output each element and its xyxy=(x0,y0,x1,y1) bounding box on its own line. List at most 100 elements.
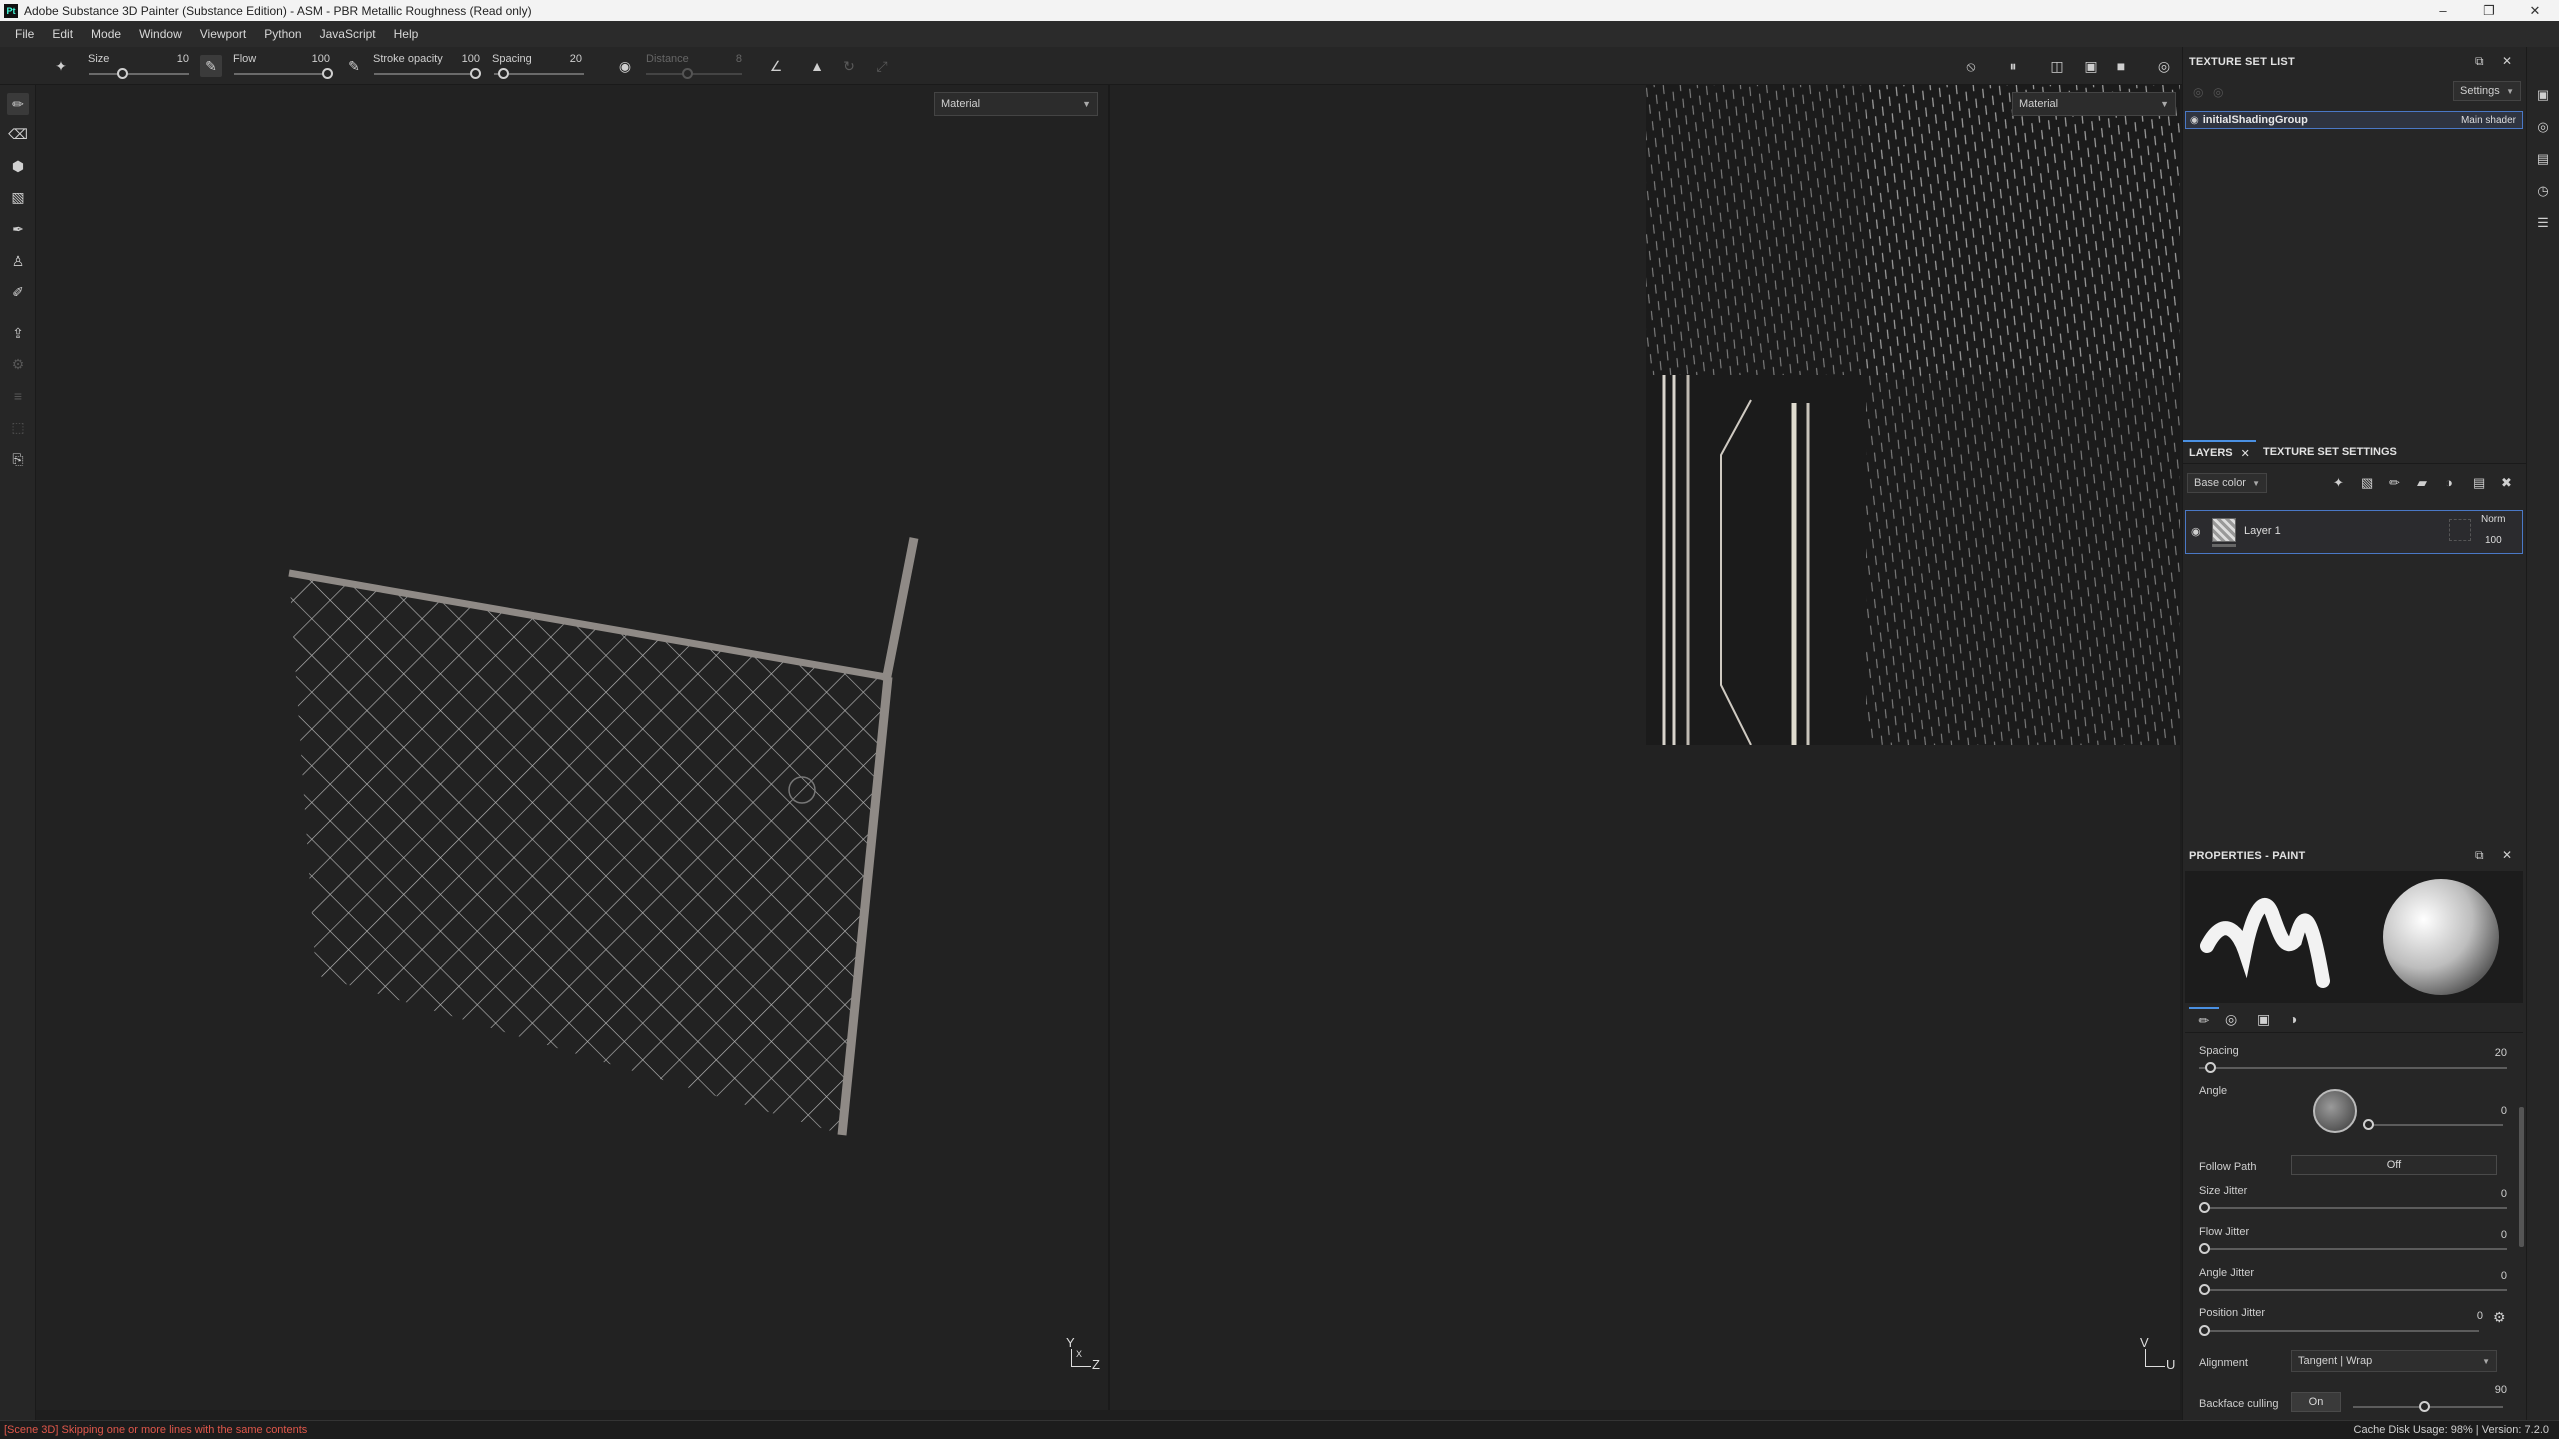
tab-texture-set-settings[interactable]: TEXTURE SET SETTINGS xyxy=(2257,440,2403,464)
menu-javascript[interactable]: JavaScript xyxy=(311,27,385,41)
spacing-slider-knob[interactable] xyxy=(2205,1062,2216,1073)
close-tab-icon[interactable]: ✕ xyxy=(2241,447,2250,460)
float-panel-icon[interactable]: ⧉ xyxy=(2475,54,2484,69)
channel-dropdown[interactable]: Base color ▼ xyxy=(2187,473,2267,493)
flow-pressure-icon[interactable]: ✎ xyxy=(343,55,365,77)
chevron-down-icon: ▼ xyxy=(2482,1356,2490,1366)
backface-angle-knob[interactable] xyxy=(2419,1401,2430,1412)
material-tab-icon[interactable]: ◑ xyxy=(2289,1011,2297,1027)
display-settings-icon[interactable]: ▣ xyxy=(2533,85,2553,105)
flow-slider-knob[interactable] xyxy=(322,68,333,79)
screenshot-icon[interactable]: ◎ xyxy=(2153,55,2175,77)
menu-help[interactable]: Help xyxy=(385,27,428,41)
minimize-icon[interactable]: – xyxy=(2420,0,2466,21)
add-fill-layer-icon[interactable]: ▰ xyxy=(2417,475,2427,491)
brush-tab-icon[interactable]: ✏ xyxy=(2189,1007,2219,1033)
eye-icon[interactable]: ◉ xyxy=(2190,115,2199,126)
eye-icon[interactable]: ◉ xyxy=(2191,525,2201,538)
angle-dial[interactable] xyxy=(2313,1089,2357,1133)
menu-viewport[interactable]: Viewport xyxy=(191,27,255,41)
bake-icon[interactable]: ⇪ xyxy=(7,322,29,344)
stroke-opacity-knob[interactable] xyxy=(470,68,481,79)
angle-icon[interactable]: ∠ xyxy=(765,55,787,77)
tab-layers[interactable]: LAYERS ✕ xyxy=(2183,440,2256,464)
split-view-icon[interactable]: ◫ xyxy=(2046,55,2068,77)
stroke-opacity-slider[interactable]: Stroke opacity 100 xyxy=(370,47,485,85)
flow-slider[interactable]: Flow 100 xyxy=(230,47,335,85)
alpha-tab-icon[interactable]: ◎ xyxy=(2225,1011,2237,1028)
smudge-icon[interactable]: ✒ xyxy=(7,218,29,240)
camera-icon[interactable]: ■ xyxy=(2110,55,2132,77)
alignment-dropdown[interactable]: Tangent | Wrap ▼ xyxy=(2291,1350,2497,1372)
symmetry-icon[interactable]: ▲ xyxy=(806,55,828,77)
close-icon[interactable]: ✕ xyxy=(2512,0,2558,21)
lazy-mouse-icon[interactable]: ✦ xyxy=(50,55,72,77)
menu-python[interactable]: Python xyxy=(255,27,310,41)
clone-stamp-icon[interactable]: ♙ xyxy=(7,250,29,272)
texture-set-settings-dropdown[interactable]: Settings ▼ xyxy=(2453,81,2521,101)
add-effect-icon[interactable]: ✦ xyxy=(2333,475,2344,491)
menu-file[interactable]: File xyxy=(6,27,43,41)
distance-slider-knob[interactable] xyxy=(682,68,693,79)
symmetry-axis-icon[interactable]: ↻ xyxy=(838,55,860,77)
status-info: Cache Disk Usage: 98% | Version: 7.2.0 xyxy=(2353,1424,2549,1436)
pause-icon[interactable]: ⏸ xyxy=(2002,55,2024,77)
solo-icon[interactable]: ◎ xyxy=(2213,85,2223,99)
menu-window[interactable]: Window xyxy=(130,27,191,41)
size-jitter-knob[interactable] xyxy=(2199,1202,2210,1213)
blend-mode-dropdown[interactable]: Norm xyxy=(2481,514,2505,525)
add-folder-icon[interactable]: ▤ xyxy=(2473,475,2485,491)
close-panel-icon[interactable]: ✕ xyxy=(2502,54,2512,68)
properties-scrollbar[interactable] xyxy=(2519,1107,2524,1247)
measure-icon[interactable]: ≡ xyxy=(7,385,29,407)
texture-set-item[interactable]: ◉ initialShadingGroup Main shader xyxy=(2185,111,2523,129)
projection-icon[interactable]: ⬢ xyxy=(7,155,29,177)
menu-edit[interactable]: Edit xyxy=(43,27,82,41)
stencil-tab-icon[interactable]: ▣ xyxy=(2257,1011,2270,1028)
settings-icon[interactable]: ⚙ xyxy=(7,353,29,375)
viewport-3d[interactable]: Material ▼ Y X Z xyxy=(36,85,1108,1410)
transform-icon[interactable]: ⤢ xyxy=(871,55,893,77)
brush-preview xyxy=(2185,871,2523,1003)
shader-settings-icon[interactable]: ◎ xyxy=(2533,117,2553,137)
close-panel-icon[interactable]: ✕ xyxy=(2502,848,2512,862)
status-bar: [Scene 3D] Skipping one or more lines wi… xyxy=(0,1420,2559,1439)
color-picker-icon[interactable]: ✐ xyxy=(7,281,29,303)
size-slider[interactable]: Size 10 xyxy=(85,47,195,85)
angle-jitter-knob[interactable] xyxy=(2199,1284,2210,1295)
display-mode-icon[interactable]: ▣ xyxy=(2080,55,2102,77)
paint-brush-icon[interactable]: ✏ xyxy=(7,93,29,115)
add-paint-layer-icon[interactable]: ✏ xyxy=(2389,475,2400,491)
maximize-icon[interactable]: ❐ xyxy=(2466,0,2512,21)
select-icon[interactable]: ⬚ xyxy=(7,416,29,438)
gear-icon[interactable]: ⚙ xyxy=(2493,1309,2506,1326)
spacing-slider-knob[interactable] xyxy=(498,68,509,79)
spacing-slider[interactable]: Spacing 20 xyxy=(490,47,590,85)
visibility-all-icon[interactable]: ◎ xyxy=(2193,85,2203,99)
lazy-mouse-toggle-icon[interactable]: ◉ xyxy=(614,55,636,77)
hide-2d-icon[interactable]: ⦸ xyxy=(1960,55,1982,77)
float-panel-icon[interactable]: ⧉ xyxy=(2475,848,2484,863)
add-smart-material-icon[interactable]: ◑ xyxy=(2445,475,2453,490)
clipboard-icon[interactable]: ⎘ xyxy=(7,448,29,470)
distance-slider[interactable]: Distance 8 xyxy=(642,47,747,85)
layer-row[interactable]: ◉ Layer 1 Norm 100 xyxy=(2185,510,2523,554)
assets-icon[interactable]: ▤ xyxy=(2533,149,2553,169)
backface-culling-toggle[interactable]: On xyxy=(2291,1392,2341,1412)
add-mask-icon[interactable]: ▧ xyxy=(2361,475,2373,491)
flow-jitter-knob[interactable] xyxy=(2199,1243,2210,1254)
eraser-icon[interactable]: ⌫ xyxy=(7,123,29,145)
follow-path-toggle[interactable]: Off xyxy=(2291,1155,2497,1175)
menu-mode[interactable]: Mode xyxy=(82,27,130,41)
angle-slider-knob[interactable] xyxy=(2363,1119,2374,1130)
geometry-mask-icon[interactable]: ▧ xyxy=(7,186,29,208)
layer-opacity[interactable]: 100 xyxy=(2485,535,2502,546)
viewport-2d-mode-dropdown[interactable]: Material ▼ xyxy=(2012,92,2176,116)
history-icon[interactable]: ◷ xyxy=(2533,181,2553,201)
position-jitter-knob[interactable] xyxy=(2199,1325,2210,1336)
log-icon[interactable]: ☰ xyxy=(2533,213,2553,233)
delete-layer-icon[interactable]: ✖ xyxy=(2501,475,2512,491)
pen-pressure-icon[interactable]: ✎ xyxy=(200,55,222,77)
fence-model xyxy=(288,537,919,1136)
size-slider-knob[interactable] xyxy=(117,68,128,79)
